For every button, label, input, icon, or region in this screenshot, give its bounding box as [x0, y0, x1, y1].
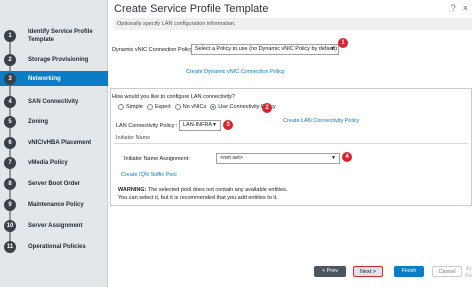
- step-operational[interactable]: 11 Operational Policies: [0, 239, 108, 255]
- radio-use-connectivity-policy[interactable]: [210, 104, 217, 110]
- initiator-label: Initiator Name Assignment:: [124, 156, 190, 162]
- dynamic-vnic-value: Select a Policy to use (no Dynamic vNIC …: [195, 46, 338, 52]
- lcp-value: LAN-INFRA: [183, 122, 213, 128]
- step-number: 6: [4, 137, 16, 149]
- dialog-title: Create Service Profile Template: [114, 3, 269, 15]
- radio-expert[interactable]: [146, 104, 153, 110]
- warning-text: The selected pool does not contain any a…: [146, 187, 288, 193]
- lcp-select[interactable]: LAN-INFRA ▼: [179, 120, 221, 131]
- step-number: 4: [4, 96, 16, 108]
- step-label: SAN Connectivity: [28, 99, 79, 105]
- step-vmedia[interactable]: 7 vMedia Policy: [0, 155, 108, 171]
- close-icon[interactable]: ×: [463, 3, 468, 13]
- step-number: 3: [4, 73, 16, 85]
- initiator-section-title: Initiator Name: [116, 135, 151, 141]
- step-storage[interactable]: 2 Storage Provisioning: [0, 52, 108, 68]
- radio-label: No vNICs: [182, 104, 207, 110]
- step-number: 1: [4, 30, 16, 42]
- watermark: Ac Go: [465, 266, 472, 280]
- step-label: Maintenance Policy: [28, 202, 84, 208]
- callout-badge: 3: [223, 120, 233, 130]
- step-number: 10: [4, 220, 16, 232]
- step-label: vNIC/vHBA Placement: [28, 140, 92, 146]
- wizard-sidebar: 1 Identify Service Profile Template 2 St…: [0, 0, 108, 287]
- lan-question: How would you like to configure LAN conn…: [112, 94, 235, 100]
- create-dynamic-vnic-link[interactable]: Create Dynamic vNIC Connection Policy: [186, 69, 285, 75]
- callout-badge: 4: [342, 152, 352, 162]
- prev-button[interactable]: < Prev: [314, 266, 346, 277]
- create-lcp-link[interactable]: Create LAN Connectivity Policy: [283, 118, 359, 124]
- step-networking[interactable]: 3 Networking: [0, 71, 108, 86]
- divider: [114, 143, 468, 144]
- radio-label: Simple: [126, 104, 143, 110]
- step-boot-order[interactable]: 8 Server Boot Order: [0, 176, 108, 192]
- step-number: 11: [4, 241, 16, 253]
- radio-simple[interactable]: [118, 104, 124, 110]
- lan-mode-radios: Simple Expert No vNICs Use Connectivity …: [114, 104, 276, 110]
- wizard-main: Create Service Profile Template ? × Opti…: [108, 0, 474, 287]
- dynamic-vnic-select[interactable]: Select a Policy to use (no Dynamic vNIC …: [191, 44, 339, 55]
- dropdown-arrow-icon: ▼: [212, 122, 217, 128]
- step-zoning[interactable]: 5 Zoning: [0, 114, 108, 130]
- step-san[interactable]: 4 SAN Connectivity: [0, 94, 108, 110]
- dropdown-arrow-icon: ▼: [331, 155, 336, 161]
- step-number: 7: [4, 157, 16, 169]
- page-subtitle: Optionally specify LAN configuration inf…: [114, 18, 472, 30]
- dropdown-arrow-icon: ▼: [330, 46, 335, 52]
- watermark-line: Ac: [465, 266, 472, 272]
- warning-text-line2: You can select it, but it is recommended…: [118, 195, 278, 201]
- initiator-select[interactable]: <not set> ▼: [216, 153, 340, 164]
- dynamic-vnic-label: Dynamic vNIC Connection Policy:: [112, 47, 195, 53]
- create-iqn-pool-link[interactable]: Create IQN Suffix Pool: [121, 172, 177, 178]
- step-number: 5: [4, 116, 16, 128]
- step-identify[interactable]: 1 Identify Service Profile Template: [0, 22, 108, 50]
- step-number: 9: [4, 199, 16, 211]
- cancel-button[interactable]: Cancel: [432, 266, 462, 277]
- help-icon[interactable]: ?: [451, 3, 456, 13]
- next-button[interactable]: Next >: [353, 266, 383, 277]
- watermark-line: Go: [464, 273, 472, 279]
- step-label: Networking: [28, 76, 61, 82]
- dialog-window: 1 Identify Service Profile Template 2 St…: [0, 0, 474, 287]
- radio-no-vnics[interactable]: [174, 104, 181, 110]
- step-label: Zoning: [28, 119, 48, 125]
- step-server-assignment[interactable]: 10 Server Assignment: [0, 218, 108, 234]
- callout-badge: 2: [262, 103, 272, 113]
- pool-warning: WARNING: The selected pool does not cont…: [118, 186, 418, 202]
- step-number: 8: [4, 178, 16, 190]
- finish-button[interactable]: Finish: [394, 266, 424, 277]
- step-placement[interactable]: 6 vNIC/vHBA Placement: [0, 135, 108, 151]
- step-label: vMedia Policy: [28, 160, 68, 166]
- step-label: Server Boot Order: [28, 181, 81, 187]
- initiator-value: <not set>: [220, 155, 243, 161]
- step-maintenance[interactable]: 9 Maintenance Policy: [0, 197, 108, 213]
- step-label: Operational Policies: [28, 244, 86, 250]
- step-label: Storage Provisioning: [28, 57, 89, 63]
- warning-label: WARNING:: [118, 187, 147, 193]
- step-number: 2: [4, 54, 16, 66]
- header-icons: ? ×: [451, 3, 468, 13]
- lcp-label: LAN Connectivity Policy :: [116, 123, 178, 129]
- radio-label: Expert: [154, 104, 171, 110]
- callout-badge: 1: [338, 38, 348, 48]
- step-label: Identify Service Profile Template: [28, 29, 93, 43]
- step-label: Server Assignment: [28, 223, 83, 229]
